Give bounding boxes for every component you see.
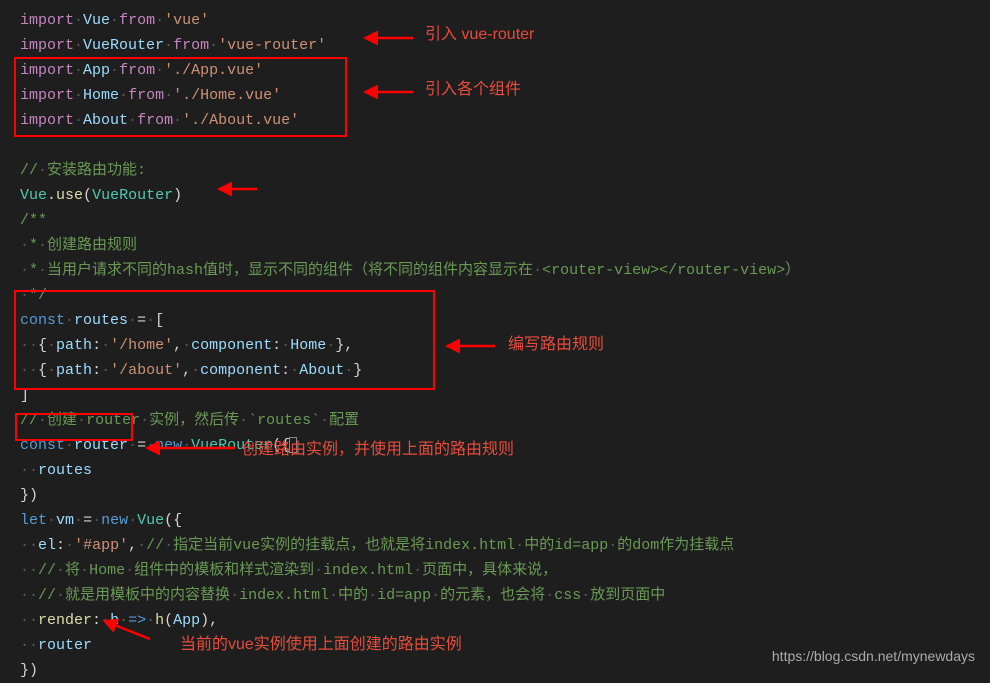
code-line: ··//·将·Home·组件中的模板和样式渲染到·index.html·页面中，… [20,558,990,583]
code-line: //·创建·router·实例，然后传·`routes`·配置 [20,408,990,433]
code-line: ··//·就是用模板中的内容替换·index.html·中的·id=app·的元… [20,583,990,608]
code-line: ] [20,383,990,408]
code-line: ·*/ [20,283,990,308]
code-line: Vue.use(VueRouter) [20,183,990,208]
code-line: import·App·from·'./App.vue' [20,58,990,83]
code-line [20,133,990,158]
code-line: const·router·=·new·VueRouter({ [20,433,990,458]
code-line: ··routes [20,458,990,483]
code-editor: import·Vue·from·'vue' import·VueRouter·f… [20,8,990,683]
code-line: ··el:·'#app',·//·指定当前vue实例的挂载点，也就是将index… [20,533,990,558]
code-line: ·*·当用户请求不同的hash值时，显示不同的组件（将不同的组件内容显示在·<r… [20,258,990,283]
code-line: const·routes·=·[ [20,308,990,333]
code-line: ·*·创建路由规则 [20,233,990,258]
code-line: ··{·path:·'/home',·component:·Home·}, [20,333,990,358]
code-line: }) [20,483,990,508]
code-line: /** [20,208,990,233]
code-line: import·Home·from·'./Home.vue' [20,83,990,108]
code-line: let·vm·=·new·Vue({ [20,508,990,533]
code-line: import·About·from·'./About.vue' [20,108,990,133]
code-line: import·Vue·from·'vue' [20,8,990,33]
code-line: import·VueRouter·from·'vue-router' [20,33,990,58]
code-line: //·安装路由功能: [20,158,990,183]
code-line: ··render:·h·=>·h(App), [20,608,990,633]
code-line: ··{·path:·'/about',·component:·About·} [20,358,990,383]
watermark-text: https://blog.csdn.net/mynewdays [772,644,975,669]
